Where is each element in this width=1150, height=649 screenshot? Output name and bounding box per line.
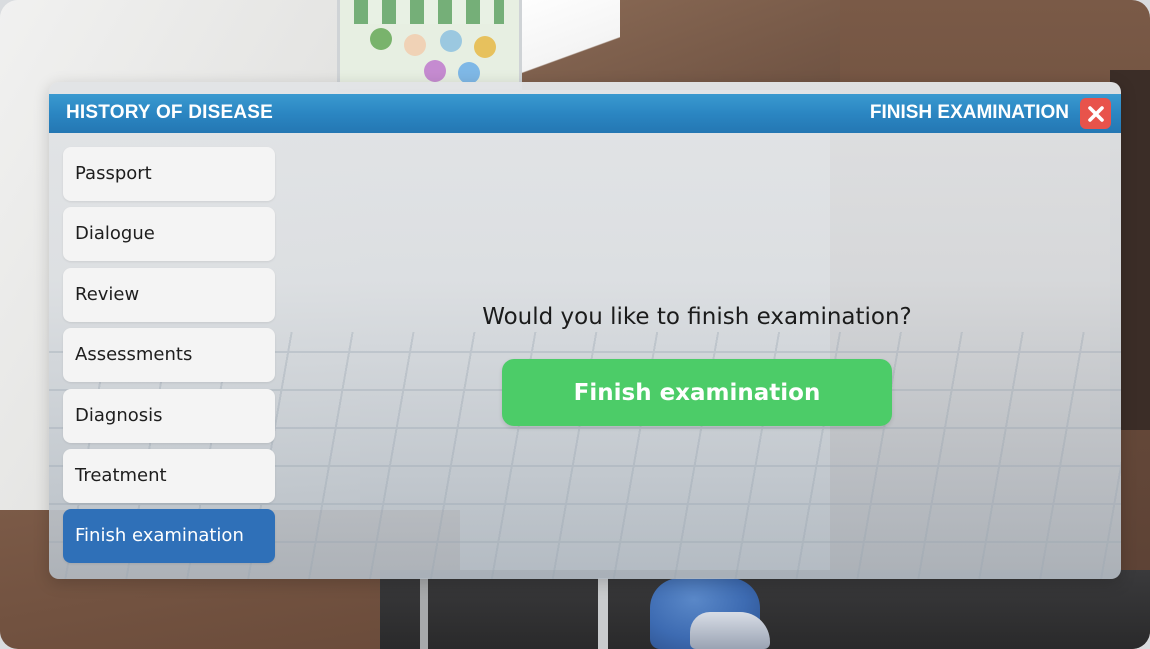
history-of-disease-dialog: HISTORY OF DISEASE FINISH EXAMINATION Pa…	[49, 82, 1121, 579]
close-button[interactable]	[1080, 98, 1111, 129]
poster-figure-icon	[370, 28, 392, 50]
stand-pole	[598, 578, 608, 649]
poster-figure-icon	[424, 60, 446, 82]
sidebar-item-review[interactable]: Review	[63, 267, 275, 322]
finish-examination-button[interactable]: Finish examination	[502, 359, 892, 426]
stand-pole	[420, 578, 428, 649]
finish-question-text: Would you like to finish examination?	[482, 304, 912, 330]
patient-shoe	[690, 612, 770, 649]
poster-figure-icon	[474, 36, 496, 58]
sidebar-item-finish-examination[interactable]: Finish examination	[63, 509, 275, 564]
poster-figure-icon	[404, 34, 426, 56]
sidebar-item-treatment[interactable]: Treatment	[63, 448, 275, 503]
close-icon	[1087, 105, 1104, 122]
sidebar-nav: Passport Dialogue Review Assessments Dia…	[63, 147, 275, 570]
sidebar-item-diagnosis[interactable]: Diagnosis	[63, 388, 275, 443]
finish-examination-header-link[interactable]: FINISH EXAMINATION	[870, 102, 1069, 124]
dialog-header: HISTORY OF DISEASE FINISH EXAMINATION	[49, 94, 1121, 133]
sidebar-item-dialogue[interactable]: Dialogue	[63, 207, 275, 262]
poster-strip	[354, 0, 504, 24]
medical-poster	[337, 0, 522, 92]
sidebar-item-passport[interactable]: Passport	[63, 147, 275, 201]
dialog-title: HISTORY OF DISEASE	[66, 102, 274, 123]
sidebar-item-assessments[interactable]: Assessments	[63, 328, 275, 383]
poster-figure-icon	[440, 30, 462, 52]
poster-figure-icon	[458, 62, 480, 84]
